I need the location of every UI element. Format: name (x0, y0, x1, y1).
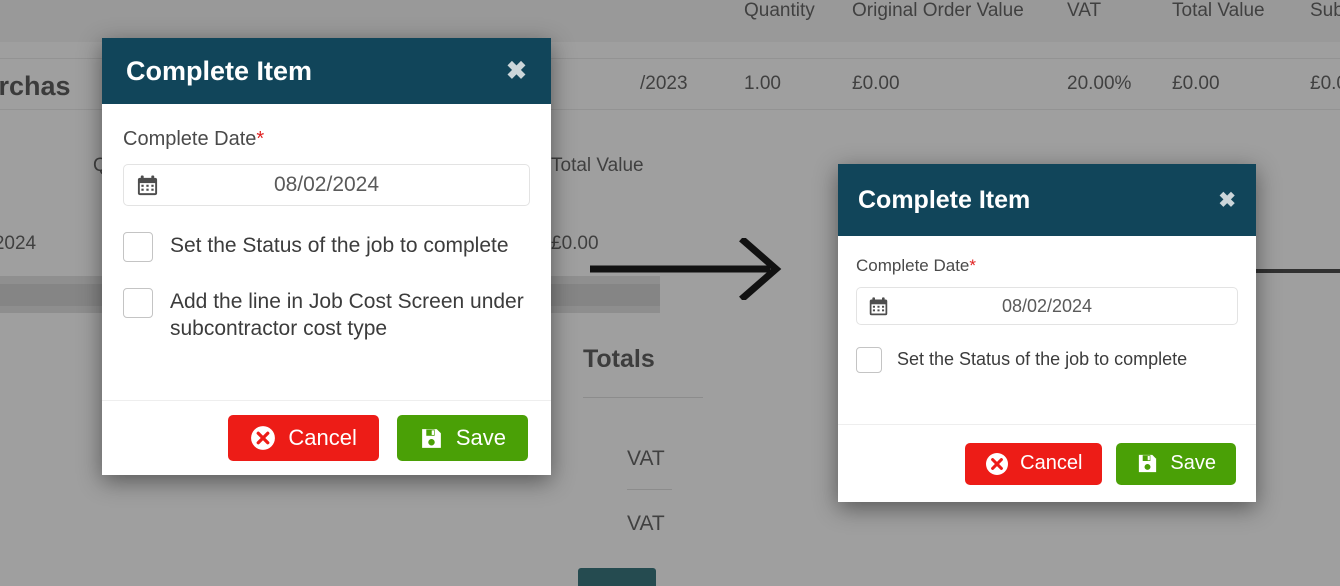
close-icon[interactable]: ✖ (1218, 190, 1236, 211)
dialog-right-header: Complete Item ✖ (838, 164, 1256, 236)
required-marker-left: * (256, 128, 265, 150)
save-floppy-icon (419, 426, 444, 451)
dialog-right-title: Complete Item (858, 185, 1031, 214)
dialog-right-body: Complete Date* 08/02/2024 Set the Status… (838, 236, 1256, 424)
complete-date-input-right[interactable]: 08/02/2024 (856, 287, 1238, 325)
complete-date-label-text-left: Complete Date (123, 128, 257, 150)
save-floppy-icon-svg (1139, 454, 1157, 473)
checkbox-row-set-status-left[interactable]: Set the Status of the job to complete (123, 232, 530, 262)
right-arrow-annotation (588, 236, 788, 302)
dialog-left-title: Complete Item (126, 55, 313, 86)
save-button-left[interactable]: Save (396, 415, 528, 461)
checkbox-row-add-line-left[interactable]: Add the line in Job Cost Screen under su… (123, 288, 530, 342)
checkbox-add-line-left[interactable] (123, 288, 153, 318)
cancel-button-left[interactable]: Cancel (228, 415, 379, 461)
checkbox-label-set-status-left: Set the Status of the job to complete (170, 234, 509, 257)
cancel-button-right[interactable]: Cancel (965, 442, 1103, 485)
checkbox-row-set-status-right[interactable]: Set the Status of the job to complete (856, 347, 1238, 373)
dialog-right-footer: Cancel Save (838, 424, 1256, 502)
cancel-x-circle-icon (250, 425, 276, 451)
screenshot-root: or Purchase Orders / SPO00000011 Purchas… (0, 0, 1340, 586)
arrow-icon (590, 236, 782, 302)
save-floppy-icon-svg (421, 428, 441, 448)
dialog-left-footer: Cancel Save (102, 400, 551, 475)
complete-date-label-right: Complete Date* (856, 256, 1238, 276)
complete-date-value-right: 08/02/2024 (1001, 295, 1093, 316)
required-marker-right: * (969, 256, 977, 275)
complete-item-dialog-left: Complete Item ✖ Complete Date* 08/02/202… (102, 38, 551, 475)
save-button-label-right: Save (1170, 452, 1216, 474)
complete-item-dialog-right: Complete Item ✖ Complete Date* 08/02/202… (838, 164, 1256, 502)
checkbox-set-status-left[interactable] (123, 232, 153, 262)
cancel-x-circle-icon (985, 452, 1009, 476)
save-floppy-icon (1136, 452, 1159, 475)
close-icon[interactable]: ✖ (506, 58, 527, 84)
checkbox-label-set-status-right: Set the Status of the job to complete (897, 349, 1188, 369)
cancel-button-label-right: Cancel (1020, 452, 1083, 474)
complete-date-input-left[interactable]: 08/02/2024 (123, 164, 530, 206)
cancel-button-label-left: Cancel (288, 425, 357, 450)
checkbox-label-add-line-left: Add the line in Job Cost Screen under su… (170, 290, 524, 340)
save-button-label-left: Save (455, 425, 506, 450)
dialog-left-header: Complete Item ✖ (102, 38, 551, 104)
dialog-left-body: Complete Date* 08/02/2024 Set the Status… (102, 104, 551, 400)
checkbox-set-status-right[interactable] (856, 347, 882, 373)
complete-date-value-left: 08/02/2024 (273, 173, 380, 196)
save-button-right[interactable]: Save (1116, 442, 1236, 485)
complete-date-label-text-right: Complete Date (856, 256, 970, 275)
cancel-x-circle-icon-svg (986, 452, 1009, 475)
cancel-x-circle-icon-svg (251, 426, 276, 450)
complete-date-label-left: Complete Date* (123, 128, 530, 151)
